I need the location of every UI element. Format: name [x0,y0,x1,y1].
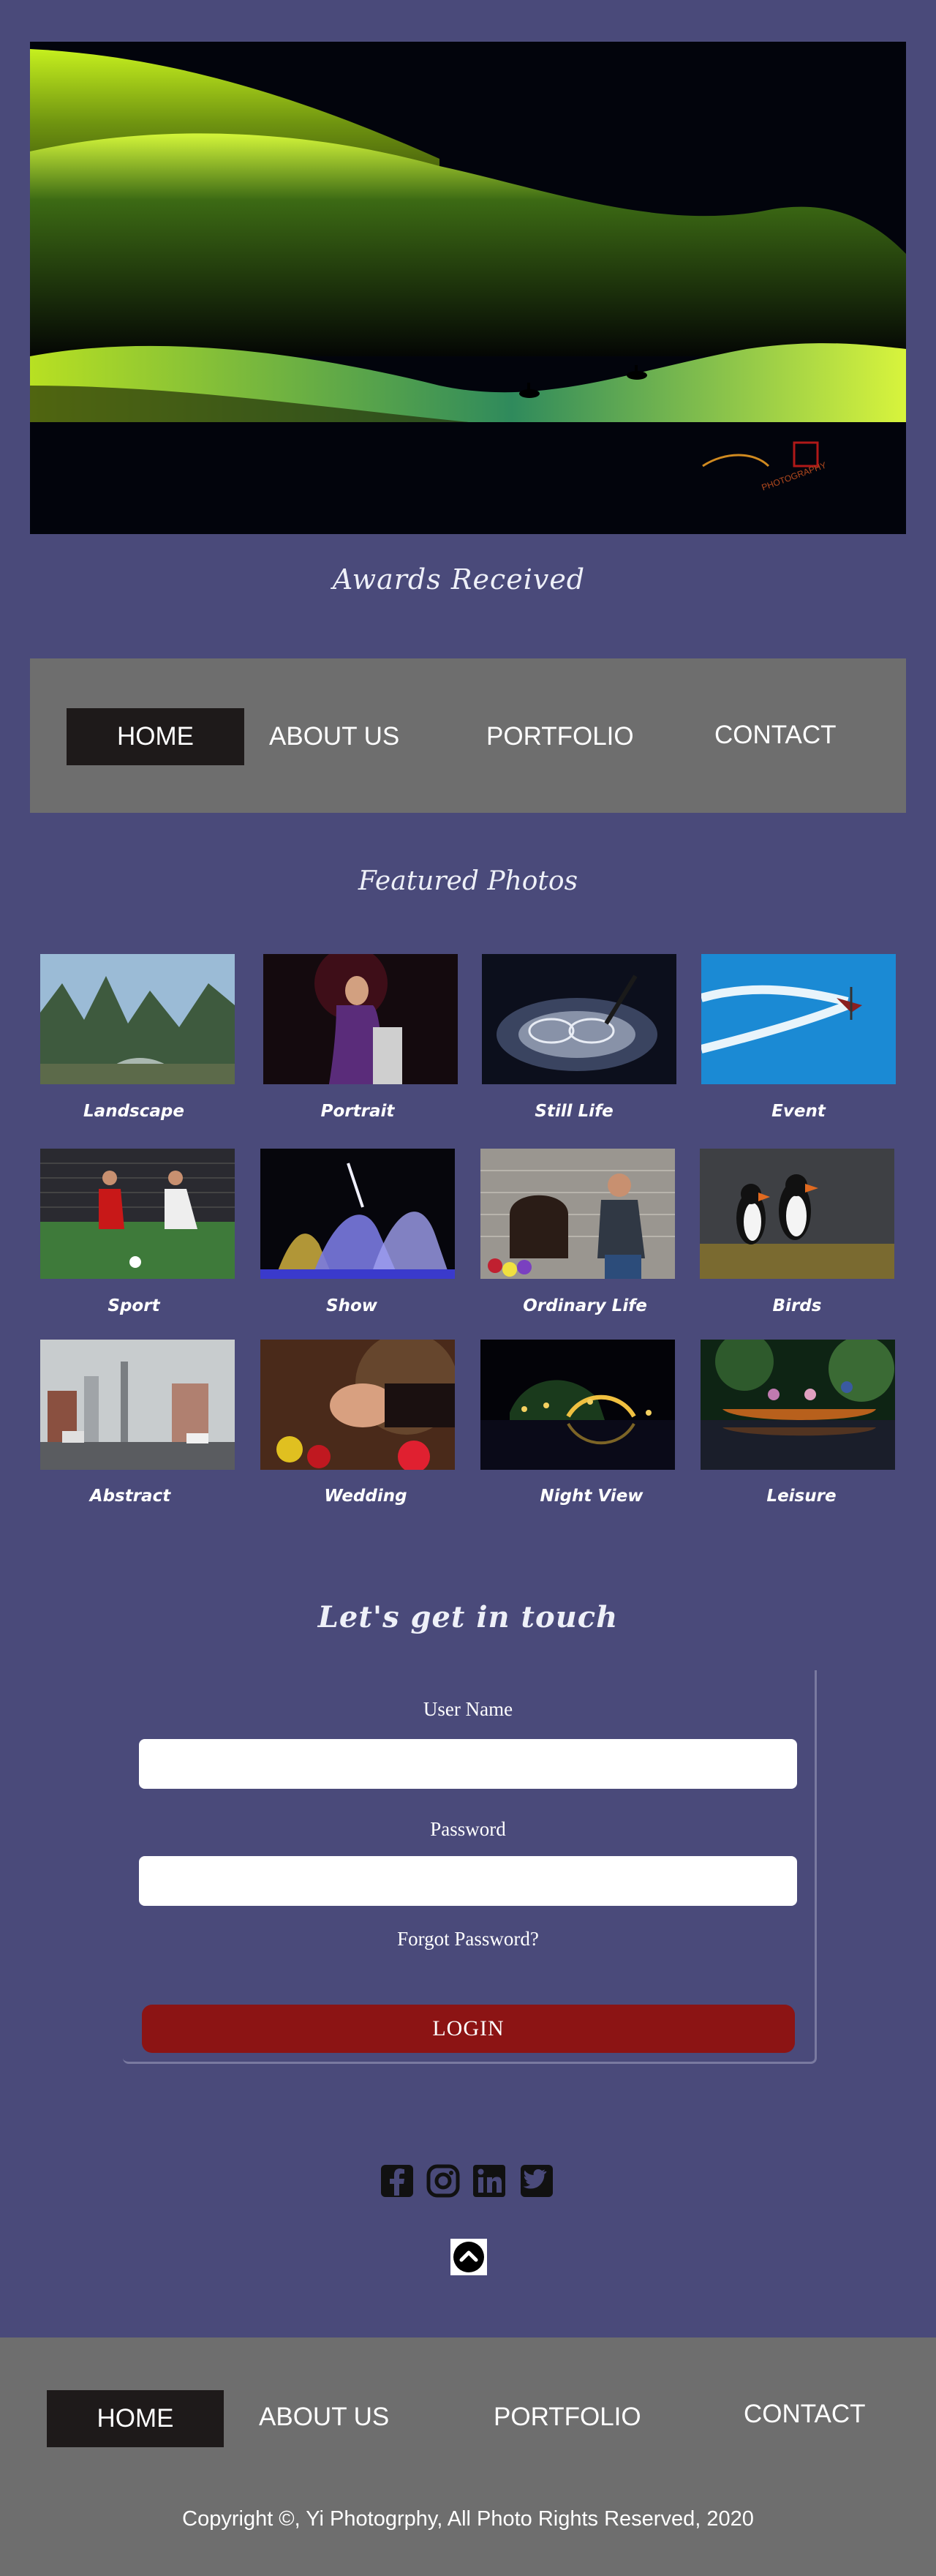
nav-contact[interactable]: CONTACT [714,707,837,764]
photo-wedding[interactable] [260,1340,455,1470]
caption-abstract: Abstract [89,1487,171,1506]
caption-leisure: Leisure [766,1487,837,1506]
photo-birds[interactable] [700,1149,894,1279]
awards-link[interactable]: Awards Received [0,563,918,596]
caption-sport: Sport [107,1296,160,1315]
main-nav: HOME ABOUT US PORTFOLIO CONTACT [30,658,906,813]
footer-nav-contact[interactable]: CONTACT [744,2386,866,2443]
photo-event[interactable] [701,954,896,1084]
forgot-password-link[interactable]: Forgot Password? [139,1928,797,1950]
caption-show: Show [326,1296,377,1315]
photo-leisure[interactable] [701,1340,895,1470]
footer-nav-home[interactable]: HOME [47,2390,224,2447]
photo-still-life[interactable] [482,954,676,1084]
photo-night-view[interactable] [480,1340,675,1470]
nav-about-us[interactable]: ABOUT US [269,708,399,765]
photo-show[interactable] [260,1149,455,1279]
caption-portrait: Portrait [320,1102,395,1121]
caption-birds: Birds [772,1296,822,1315]
nav-home[interactable]: HOME [67,708,244,765]
photo-ordinary-life[interactable] [480,1149,675,1279]
username-input[interactable] [139,1739,797,1789]
caption-landscape: Landscape [83,1102,184,1121]
caption-ordinary-life: Ordinary Life [523,1296,647,1315]
twitter-icon[interactable] [519,2163,554,2200]
password-input[interactable] [139,1856,797,1906]
caption-night-view: Night View [540,1487,644,1506]
back-to-top-button[interactable] [450,2239,487,2275]
footer-nav-portfolio[interactable]: PORTFOLIO [494,2389,641,2446]
caption-still-life: Still Life [535,1102,614,1121]
caption-event: Event [771,1102,826,1121]
photo-sport[interactable] [40,1149,235,1279]
username-label: User Name [423,1698,513,1720]
footer: HOME ABOUT US PORTFOLIO CONTACT Copyrigh… [0,2337,936,2576]
linkedin-icon[interactable] [472,2163,507,2200]
featured-title: Featured Photos [358,866,578,896]
caption-wedding: Wedding [324,1487,407,1506]
chevron-up-icon [453,2242,484,2272]
nav-portfolio[interactable]: PORTFOLIO [486,708,634,765]
hero-image: PHOTOGRAPHY [30,42,906,534]
photo-landscape[interactable] [40,954,235,1084]
instagram-icon[interactable] [426,2163,461,2200]
footer-nav-about-us[interactable]: ABOUT US [259,2389,389,2446]
contact-title: Let's get in touch [317,1600,619,1634]
copyright-text: Copyright ©, Yi Photogrphy, All Photo Ri… [182,2507,754,2531]
password-label: Password [430,1818,506,1840]
login-button[interactable]: LOGIN [142,2005,795,2053]
facebook-icon[interactable] [380,2163,415,2200]
photo-portrait[interactable] [263,954,458,1084]
photo-abstract[interactable] [40,1340,235,1470]
